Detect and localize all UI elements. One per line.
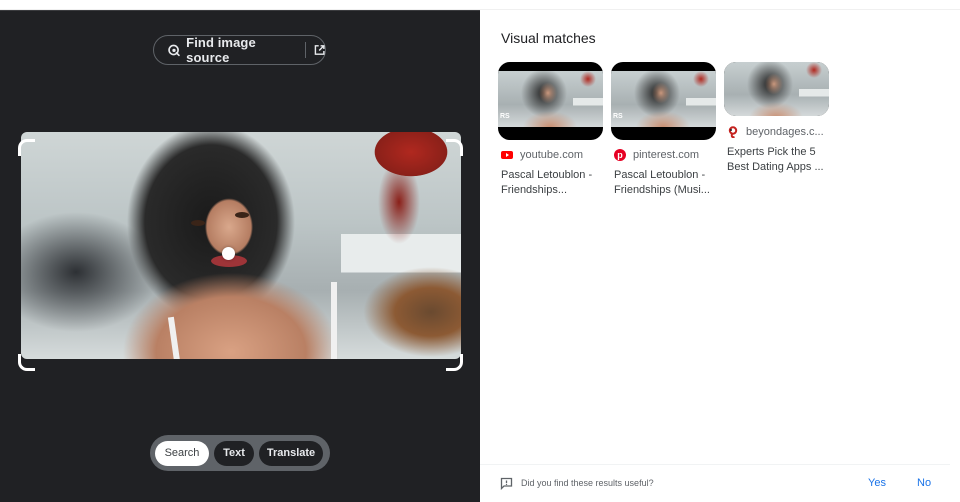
image-detail xyxy=(167,316,181,359)
feedback-yes-button[interactable]: Yes xyxy=(868,477,886,489)
watermark: RS xyxy=(613,113,623,120)
source-domain: beyondages.c... xyxy=(746,126,824,138)
match-thumbnail[interactable]: RS xyxy=(611,62,716,140)
visual-match-card[interactable]: RS p pinterest.com Pascal Letoublon - Fr… xyxy=(611,62,716,198)
thumbnail-image xyxy=(498,71,603,127)
crop-handle-bottom-right[interactable] xyxy=(446,354,463,371)
feedback-question: Did you find these results useful? xyxy=(521,478,654,488)
results-panel: Visual matches RS youtube.com Pascal Let… xyxy=(480,10,960,502)
image-detail xyxy=(191,220,205,226)
feedback-no-button[interactable]: No xyxy=(917,477,931,489)
match-source: youtube.com xyxy=(501,149,603,161)
divider xyxy=(304,42,306,58)
match-title[interactable]: Pascal Letoublon - Friendships (Musi... xyxy=(614,168,716,198)
image-detail xyxy=(235,212,249,218)
selected-image[interactable] xyxy=(21,132,461,359)
source-domain: youtube.com xyxy=(520,149,583,161)
image-panel: Find image source Search Text Translate xyxy=(0,10,480,502)
visual-matches-heading: Visual matches xyxy=(501,30,596,46)
match-source: p pinterest.com xyxy=(614,149,716,161)
visual-match-card[interactable]: RS youtube.com Pascal Letoublon - Friend… xyxy=(498,62,603,198)
image-detail xyxy=(331,282,337,359)
top-bar xyxy=(0,0,960,10)
svg-text:p: p xyxy=(617,150,623,160)
match-source: beyondages.c... xyxy=(727,126,829,138)
mode-switcher: Search Text Translate xyxy=(150,435,330,471)
youtube-icon xyxy=(501,151,513,159)
visual-match-card[interactable]: beyondages.c... Experts Pick the 5 Best … xyxy=(724,62,829,175)
match-thumbnail[interactable] xyxy=(724,62,829,116)
focus-point-icon[interactable] xyxy=(222,247,235,260)
mode-text-button[interactable]: Text xyxy=(214,440,254,466)
crop-handle-top-right[interactable] xyxy=(446,139,463,156)
feedback-icon xyxy=(500,477,513,490)
crop-handle-top-left[interactable] xyxy=(18,139,35,156)
pinterest-icon: p xyxy=(614,149,626,161)
thumbnail-image xyxy=(724,62,829,116)
open-in-new-icon[interactable] xyxy=(314,44,325,56)
find-image-source-button[interactable]: Find image source xyxy=(153,35,326,65)
match-thumbnail[interactable]: RS xyxy=(498,62,603,140)
match-title[interactable]: Experts Pick the 5 Best Dating Apps ... xyxy=(727,145,829,175)
watermark: RS xyxy=(500,113,510,120)
google-lens-icon xyxy=(168,44,180,57)
source-domain: pinterest.com xyxy=(633,149,700,161)
thumbnail-image xyxy=(611,71,716,127)
beyondages-icon xyxy=(728,126,738,138)
mode-search-button[interactable]: Search xyxy=(155,440,209,466)
match-title[interactable]: Pascal Letoublon - Friendships... xyxy=(501,168,603,198)
mode-translate-button[interactable]: Translate xyxy=(259,440,323,466)
crop-handle-bottom-left[interactable] xyxy=(18,354,35,371)
feedback-bar: Did you find these results useful? Yes N… xyxy=(480,464,950,502)
find-image-source-label: Find image source xyxy=(186,35,256,65)
